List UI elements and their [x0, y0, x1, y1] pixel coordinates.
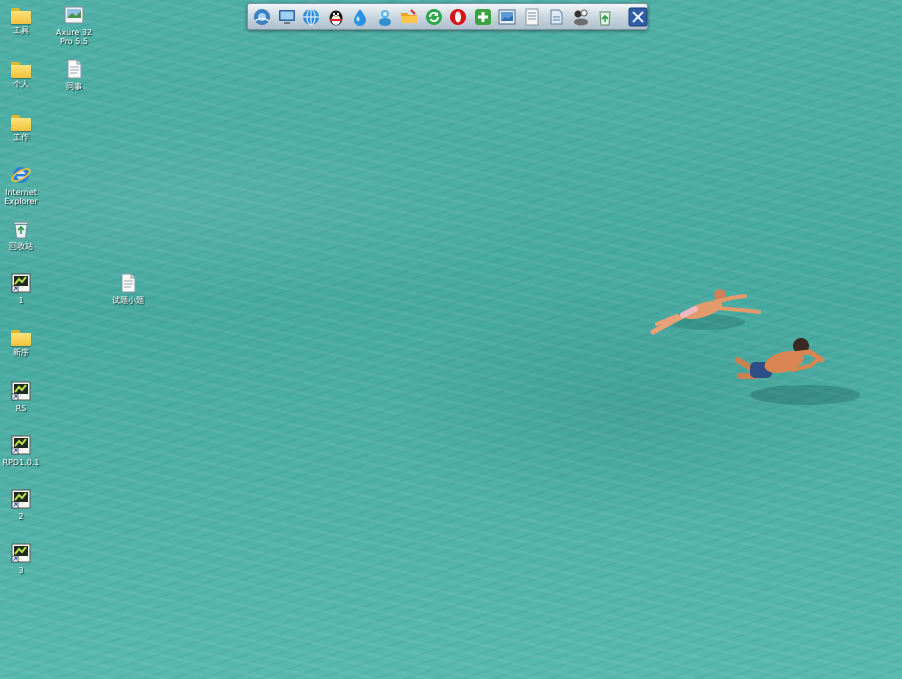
desktop-icon-label: Axure 32 Pro 5.5: [55, 28, 93, 46]
shortcut-icon: [11, 489, 31, 509]
desktop-icon-personal-folder[interactable]: 个人: [0, 58, 49, 89]
browser-icon: [303, 7, 319, 26]
desktop-icon-label: 工作: [13, 133, 29, 142]
recycle-icon: [599, 11, 611, 25]
messenger-icon: [378, 9, 391, 26]
desktop-icon-shortcut-rpd[interactable]: RPD1.0.1: [0, 434, 49, 467]
desktop-icon-label: 同事: [66, 82, 82, 91]
contacts-icon: [573, 9, 588, 25]
desktop-icon-shortcut-3[interactable]: 3: [0, 542, 49, 575]
dock-item-monitor[interactable]: [277, 7, 297, 27]
dock-item-qq[interactable]: [326, 7, 346, 27]
quick-launch-dock: [247, 3, 648, 30]
dock-item-recycle[interactable]: [595, 7, 615, 27]
document-icon: [121, 273, 136, 293]
document-icon: [67, 59, 82, 79]
dock-item-browser[interactable]: [301, 7, 321, 27]
desktop-icon-colleague-doc[interactable]: 同事: [46, 58, 102, 91]
desktop-icon-label: RS: [15, 404, 27, 413]
desktop-icon-recycle-bin[interactable]: 回收站: [0, 218, 49, 251]
dock-item-water-drop[interactable]: [350, 7, 370, 27]
folder-icon: [11, 115, 31, 131]
image-viewer-icon: [498, 9, 516, 24]
recycle-bin-icon: [13, 221, 29, 239]
dock-item-opera[interactable]: [448, 7, 468, 27]
desktop-icon-label: Internet Explorer: [4, 188, 38, 206]
desktop-icon-label: 3: [18, 566, 24, 575]
settings-tools-icon: [628, 7, 647, 26]
shortcut-icon: [11, 273, 31, 293]
desktop-icon-internet-explorer[interactable]: Internet Explorer: [0, 164, 49, 206]
water-drop-icon: [354, 8, 366, 26]
qq-penguin-icon: [329, 10, 342, 25]
dock-item-plus[interactable]: [473, 7, 493, 27]
plus-icon: [474, 8, 491, 25]
notepad-icon: [525, 8, 538, 25]
network-icon: [254, 8, 270, 25]
desktop-icon-label: 个人: [13, 80, 29, 89]
app-icon: [64, 6, 84, 24]
desktop-icon-label: 2: [18, 512, 24, 521]
shortcut-icon: [11, 381, 31, 401]
folder-icon: [11, 330, 31, 346]
desktop-icon-new-folder[interactable]: 新序: [0, 326, 49, 357]
desktop-icon-label: 工具: [13, 26, 29, 35]
shortcut-icon: [11, 435, 31, 455]
desktop-icon-work-folder[interactable]: 工作: [0, 111, 49, 142]
desktop-icon-label: 1: [18, 296, 24, 305]
dock-item-network[interactable]: [252, 7, 272, 27]
desktop-icon-shortcut-rs[interactable]: RS: [0, 380, 49, 413]
internet-explorer-icon: [11, 167, 31, 183]
dock-item-notepad[interactable]: [522, 7, 542, 27]
swimmer-illustration-2: [735, 338, 860, 405]
desktop-icon-shortcut-1[interactable]: 1: [0, 272, 49, 305]
dock-item-image-viewer[interactable]: [497, 7, 517, 27]
document-app-icon: [550, 9, 563, 24]
folder-icon: [11, 8, 31, 24]
folder-icon: [11, 62, 31, 78]
desktop-icon-label: 回收站: [9, 242, 33, 251]
desktop-icon-tools-folder[interactable]: 工具: [0, 4, 49, 35]
desktop-wallpaper: 工具 Axure 32 Pro 5.5 个人 同事 工作 Internet Ex…: [0, 0, 902, 679]
shortcut-icon: [11, 543, 31, 563]
dock-item-settings[interactable]: [628, 7, 648, 27]
folder-app-icon: [401, 8, 417, 23]
dock-item-contacts[interactable]: [571, 7, 591, 27]
monitor-icon: [278, 9, 295, 24]
opera-icon: [450, 8, 466, 25]
dock-item-folder-app[interactable]: [399, 7, 419, 27]
desktop-icon-axure[interactable]: Axure 32 Pro 5.5: [46, 4, 102, 46]
desktop-icon-label: 试题小题: [112, 296, 144, 305]
dock-item-document-app[interactable]: [546, 7, 566, 27]
dock-item-refresh[interactable]: [424, 7, 444, 27]
refresh-icon: [425, 8, 442, 25]
desktop-icon-test-doc[interactable]: 试题小题: [100, 272, 156, 305]
desktop-icon-label: 新序: [13, 348, 29, 357]
dock-item-messenger[interactable]: [375, 7, 395, 27]
desktop-icon-label: RPD1.0.1: [2, 458, 40, 467]
desktop-icon-shortcut-2[interactable]: 2: [0, 488, 49, 521]
